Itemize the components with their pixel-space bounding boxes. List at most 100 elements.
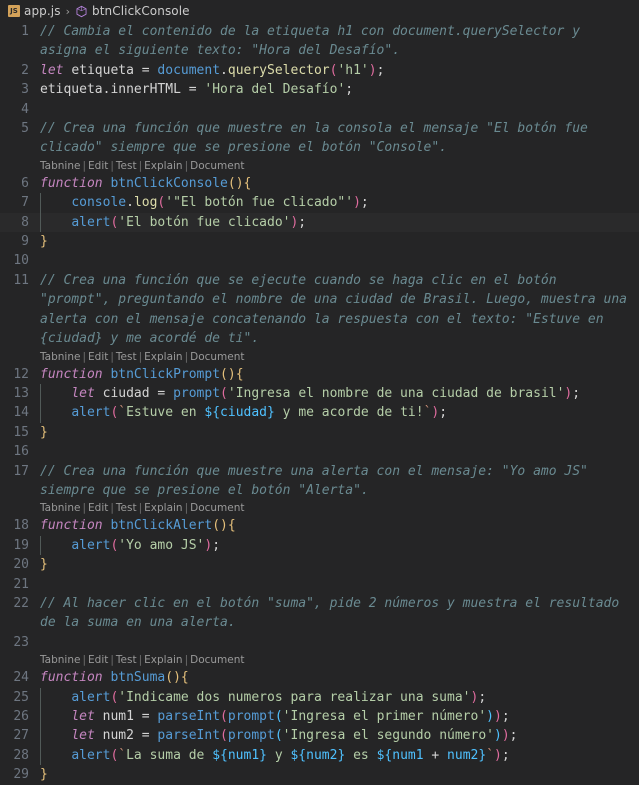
code-content[interactable]: }	[40, 555, 639, 574]
code-content[interactable]: let etiqueta = document.querySelector('h…	[40, 61, 639, 80]
token: (	[212, 518, 221, 534]
codelens-action-edit[interactable]: Edit	[88, 351, 108, 363]
code-line[interactable]: 19 alert('Yo amo JS');	[0, 535, 639, 556]
code-line[interactable]: 13 let ciudad = prompt('Ingresa el nombr…	[0, 383, 639, 404]
codelens-row[interactable]: Tabnine | Edit | Test | Explain | Document	[0, 500, 639, 516]
codelens-action-edit[interactable]: Edit	[88, 654, 108, 666]
code-content[interactable]: let ciudad = prompt('Ingresa el nombre d…	[40, 383, 639, 404]
codelens-action-explain[interactable]: Explain	[144, 351, 182, 363]
breadcrumb-file[interactable]: JS app.js	[6, 4, 63, 18]
codelens-action-tabnine[interactable]: Tabnine	[40, 654, 80, 666]
codelens-action-explain[interactable]: Explain	[144, 502, 182, 514]
code-line[interactable]: 16	[0, 442, 639, 461]
breadcrumb-symbol[interactable]: btnClickConsole	[73, 4, 192, 18]
token: function	[40, 175, 103, 191]
code-content[interactable]: }	[40, 232, 639, 251]
line-number: 28	[13, 747, 29, 763]
code-line[interactable]: 11 // Crea una función que se ejecute cua…	[0, 271, 639, 349]
code-content[interactable]: function btnClickPrompt(){	[40, 365, 639, 384]
token: .	[126, 195, 134, 211]
code-line[interactable]: 6 function btnClickConsole(){	[0, 174, 639, 193]
codelens-action-tabnine[interactable]: Tabnine	[40, 351, 80, 363]
code-line[interactable]: 22 // Al hacer clic en el botón "suma", p…	[0, 594, 639, 633]
codelens-action-tabnine[interactable]: Tabnine	[40, 160, 80, 172]
code-line[interactable]: 26 let num1 = parseInt(prompt('Ingresa e…	[0, 707, 639, 727]
code-line[interactable]: 5 // Crea una función que muestre en la c…	[0, 119, 639, 158]
token: )	[494, 747, 502, 763]
code-line[interactable]: 27 let num2 = parseInt(prompt('Ingresa e…	[0, 726, 639, 747]
codelens-action-test[interactable]: Test	[116, 502, 137, 514]
code-line[interactable]: 29}	[0, 765, 639, 784]
code-line[interactable]: 15}	[0, 423, 639, 442]
code-line[interactable]: 21	[0, 575, 639, 594]
code-content[interactable]: }	[40, 765, 639, 784]
codelens-row[interactable]: Tabnine | Edit | Test | Explain | Document	[0, 158, 639, 174]
code-line[interactable]: 14 alert(`Estuve en ${ciudad} y me acord…	[0, 403, 639, 424]
code-content[interactable]: // Cambia el contenido de la etiqueta h1…	[40, 22, 639, 61]
codelens-action-tabnine[interactable]: Tabnine	[40, 502, 80, 514]
codelens-action-explain[interactable]: Explain	[144, 654, 182, 666]
code-content[interactable]: }	[40, 423, 639, 442]
code-line[interactable]: 1 // Cambia el contenido de la etiqueta h…	[0, 22, 639, 61]
code-content[interactable]: // Crea una función que se ejecute cuand…	[40, 271, 639, 349]
code-content[interactable]	[40, 575, 639, 594]
code-line[interactable]: 9}	[0, 232, 639, 251]
codelens-action-edit[interactable]: Edit	[88, 502, 108, 514]
code-content[interactable]: etiqueta.innerHTML = 'Hora del Desafío';	[40, 80, 639, 99]
code-content[interactable]: function btnSuma(){	[40, 668, 639, 687]
code-editor[interactable]: 1 // Cambia el contenido de la etiqueta h…	[0, 22, 639, 785]
code-content[interactable]: // Crea una función que muestre una aler…	[40, 462, 639, 501]
code-content[interactable]	[40, 442, 639, 461]
code-line[interactable]: 24 function btnSuma(){	[0, 668, 639, 687]
token: 'Indicame dos numeros para realizar una …	[118, 689, 471, 705]
codelens-action-test[interactable]: Test	[116, 160, 137, 172]
code-line[interactable]: 2 let etiqueta = document.querySelector('…	[0, 61, 639, 80]
token: }	[40, 424, 48, 440]
codelens-action-document[interactable]: Document	[190, 654, 244, 666]
code-content[interactable]: alert('El botón fue clicado');	[40, 212, 639, 233]
code-content[interactable]: function btnClickAlert(){	[40, 516, 639, 535]
code-content[interactable]: // Al hacer clic en el botón "suma", pid…	[40, 594, 639, 633]
codelens-row[interactable]: Tabnine | Edit | Test | Explain | Document	[0, 349, 639, 365]
code-line[interactable]: 18 function btnClickAlert(){	[0, 516, 639, 535]
code-line[interactable]: 4	[0, 100, 639, 119]
line-number: 9	[21, 234, 29, 250]
code-content[interactable]: let num1 = parseInt(prompt('Ingresa el p…	[40, 707, 639, 727]
code-line[interactable]: 20}	[0, 555, 639, 574]
code-content[interactable]: console.log('"El botón fue clicado"');	[40, 193, 639, 214]
code-line[interactable]: 12 function btnClickPrompt(){	[0, 365, 639, 384]
code-line[interactable]: 23	[0, 633, 639, 652]
codelens-action-document[interactable]: Document	[190, 502, 244, 514]
code-content[interactable]: alert('Yo amo JS');	[40, 535, 639, 556]
codelens-action-document[interactable]: Document	[190, 351, 244, 363]
code-line[interactable]: 8 alert('El botón fue clicado');	[0, 212, 639, 233]
code-content[interactable]	[40, 251, 639, 270]
code-line[interactable]: 25 alert('Indicame dos numeros para real…	[0, 687, 639, 708]
code-content[interactable]: alert(`Estuve en ${ciudad} y me acorde d…	[40, 403, 639, 424]
code-line[interactable]: 17 // Crea una función que muestre una al…	[0, 462, 639, 501]
code-content[interactable]	[40, 100, 639, 119]
code-line[interactable]: 28 alert(`La suma de ${num1} y ${num2} e…	[0, 745, 639, 766]
code-content[interactable]: alert(`La suma de ${num1} y ${num2} es $…	[40, 745, 639, 766]
codelens-row[interactable]: Tabnine | Edit | Test | Explain | Document	[0, 652, 639, 668]
codelens-action-document[interactable]: Document	[190, 160, 244, 172]
code-content[interactable]	[40, 633, 639, 652]
codelens-action-explain[interactable]: Explain	[144, 160, 182, 172]
codelens-action-test[interactable]: Test	[116, 351, 137, 363]
code-content[interactable]: alert('Indicame dos numeros para realiza…	[40, 687, 639, 708]
code-line[interactable]: 3 etiqueta.innerHTML = 'Hora del Desafío'…	[0, 80, 639, 99]
token: {	[227, 518, 236, 534]
token: 'Ingresa el nombre de una ciudad de bras…	[227, 385, 565, 401]
code-content[interactable]: let num2 = parseInt(prompt('Ingresa el s…	[40, 726, 639, 747]
code-line[interactable]: 10	[0, 251, 639, 270]
codelens-action-test[interactable]: Test	[116, 654, 137, 666]
token: parseInt	[157, 709, 221, 724]
token: document	[157, 62, 221, 78]
code-content[interactable]: function btnClickConsole(){	[40, 174, 639, 193]
codelens-separator: |	[138, 654, 143, 667]
codelens-action-edit[interactable]: Edit	[88, 160, 108, 172]
code-content[interactable]: // Crea una función que muestre en la co…	[40, 119, 639, 158]
code-line[interactable]: 7 console.log('"El botón fue clicado"');	[0, 193, 639, 214]
